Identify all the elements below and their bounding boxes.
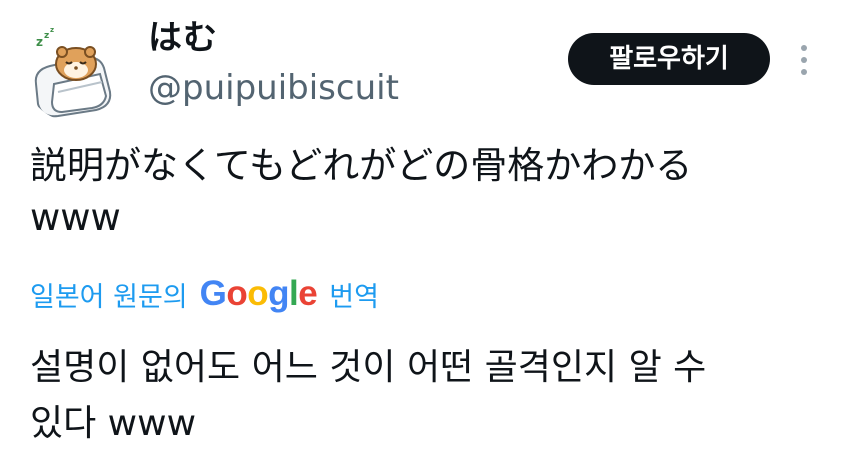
google-logo-letter: G: [199, 274, 227, 313]
svg-text:z: z: [50, 26, 54, 34]
more-vertical-icon[interactable]: [792, 40, 816, 80]
translated-text: 설명이 없어도 어느 것이 어떤 골격인지 알 수 있다 www: [30, 340, 830, 452]
tweet-text-line: 説明がなくてもどれがどの骨格かわかる: [30, 144, 693, 187]
translated-text-line: 설명이 없어도 어느 것이 어떤 골격인지 알 수: [30, 347, 707, 388]
display-name[interactable]: はむ: [148, 16, 218, 60]
google-logo-letter: e: [298, 274, 318, 313]
google-logo-letter: o: [226, 274, 248, 313]
tweet-text-line: www: [30, 196, 121, 239]
follow-button[interactable]: 팔로우하기: [568, 33, 770, 85]
svg-text:z: z: [44, 31, 49, 41]
user-handle[interactable]: @puipuibiscuit: [148, 66, 399, 110]
google-logo-letter: l: [289, 274, 299, 313]
tweet-text: 説明がなくてもどれがどの骨格かわかる www: [30, 140, 820, 244]
google-logo: Google: [200, 274, 318, 314]
translation-label-prefix[interactable]: 일본어 원문의: [30, 275, 188, 314]
translation-label-suffix[interactable]: 번역: [329, 275, 379, 314]
google-logo-letter: o: [247, 274, 269, 313]
google-logo-letter: g: [268, 274, 290, 313]
translated-text-line: 있다 www: [30, 403, 197, 444]
sleeping-hamster-avatar-icon: z z z: [34, 26, 112, 118]
translation-attribution[interactable]: 일본어 원문의 Google 번역: [30, 270, 379, 318]
svg-text:z: z: [36, 35, 43, 49]
avatar[interactable]: z z z: [24, 22, 124, 122]
